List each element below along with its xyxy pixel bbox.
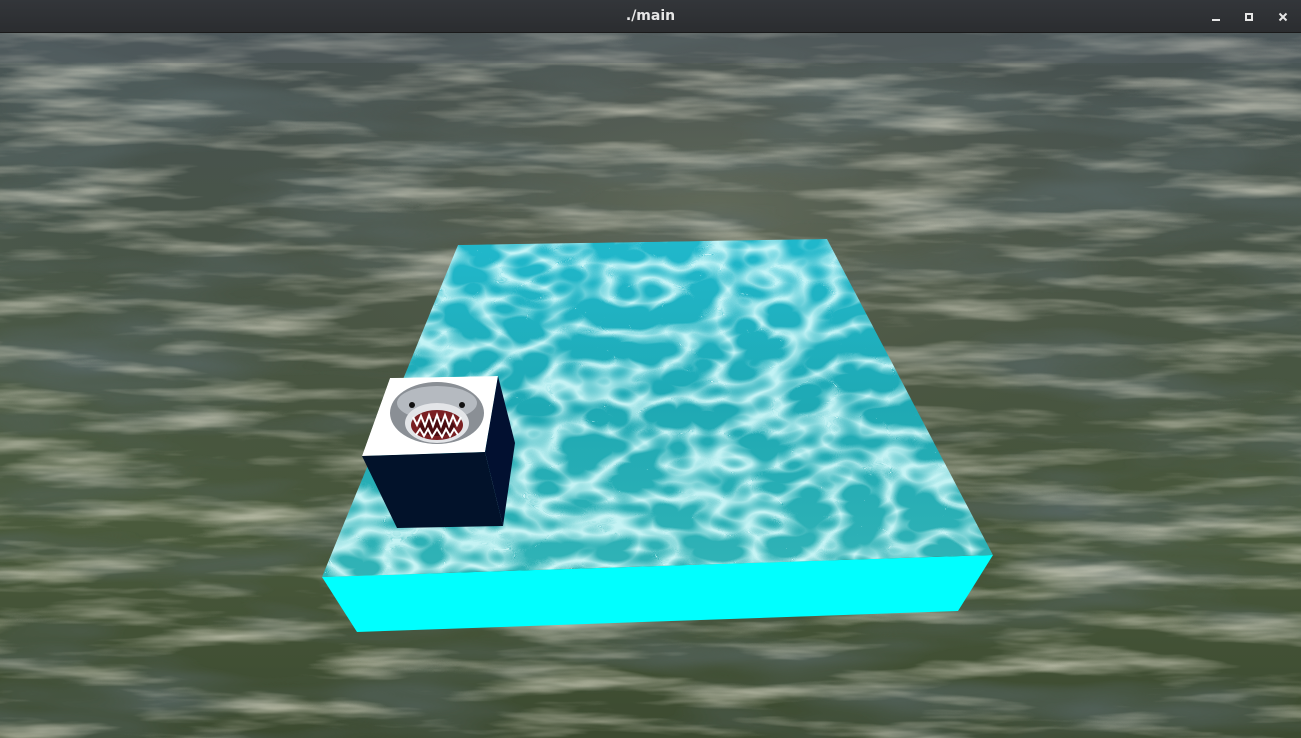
minimize-icon: [1210, 11, 1222, 23]
render-viewport[interactable]: [0, 33, 1301, 738]
window-title: ./main: [625, 8, 676, 24]
maximize-icon: [1243, 11, 1255, 23]
scene-canvas[interactable]: [0, 33, 1301, 738]
maximize-button[interactable]: [1238, 6, 1260, 28]
window-titlebar[interactable]: ./main: [0, 0, 1301, 33]
close-icon: [1277, 11, 1289, 23]
minimize-button[interactable]: [1205, 6, 1227, 28]
shark-face-icon: [390, 382, 484, 444]
application-window: ./main: [0, 0, 1301, 738]
close-button[interactable]: [1272, 6, 1294, 28]
